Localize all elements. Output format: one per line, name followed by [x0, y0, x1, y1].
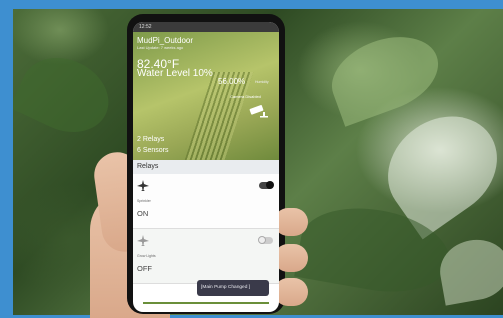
hand-finger [274, 244, 308, 272]
toggle-knob [266, 181, 274, 189]
plane-icon [137, 235, 149, 246]
device-title: MudPi_Outdoor [137, 36, 194, 45]
toast-notification: [Main Pump Changed ] [197, 280, 269, 296]
relay-row[interactable]: Sprinkler ON [133, 174, 279, 229]
bottom-divider [143, 302, 269, 304]
frame-border-left [0, 0, 13, 318]
relay-toggle[interactable] [258, 236, 273, 244]
last-update-text: Last Update: 7 weeks ago [137, 45, 184, 50]
plane-icon [137, 180, 149, 191]
toggle-knob [258, 236, 266, 244]
humidity-label: Humidity [255, 80, 269, 84]
relay-toggle[interactable] [259, 181, 274, 189]
hand-finger [274, 278, 308, 306]
relay-state: OFF [137, 264, 152, 273]
relay-state: ON [137, 209, 149, 218]
security-camera-icon[interactable] [247, 104, 269, 118]
phone-screen: 12:52 MudPi_Outdoor Last Update: 7 weeks… [133, 22, 279, 312]
status-time: 12:52 [139, 24, 152, 30]
photo-scene: 12:52 MudPi_Outdoor Last Update: 7 weeks… [0, 0, 503, 318]
sensors-count: 6 Sensors [137, 147, 169, 154]
camera-status: Camera Disabled [230, 94, 261, 99]
relay-row[interactable]: Grow Lights OFF [133, 229, 279, 284]
relays-count: 2 Relays [137, 136, 165, 143]
relays-heading: Relays [133, 160, 279, 174]
relay-label: Sprinkler [137, 199, 151, 203]
hand-finger [274, 208, 308, 236]
water-level-reading: Water Level 10% [137, 68, 213, 79]
frame-border-top [0, 0, 503, 9]
device-hero-card[interactable]: MudPi_Outdoor Last Update: 7 weeks ago 8… [133, 32, 279, 160]
relay-label: Grow Lights [137, 254, 156, 258]
status-bar: 12:52 [133, 22, 279, 32]
humidity-reading: 56.00% [218, 77, 246, 86]
